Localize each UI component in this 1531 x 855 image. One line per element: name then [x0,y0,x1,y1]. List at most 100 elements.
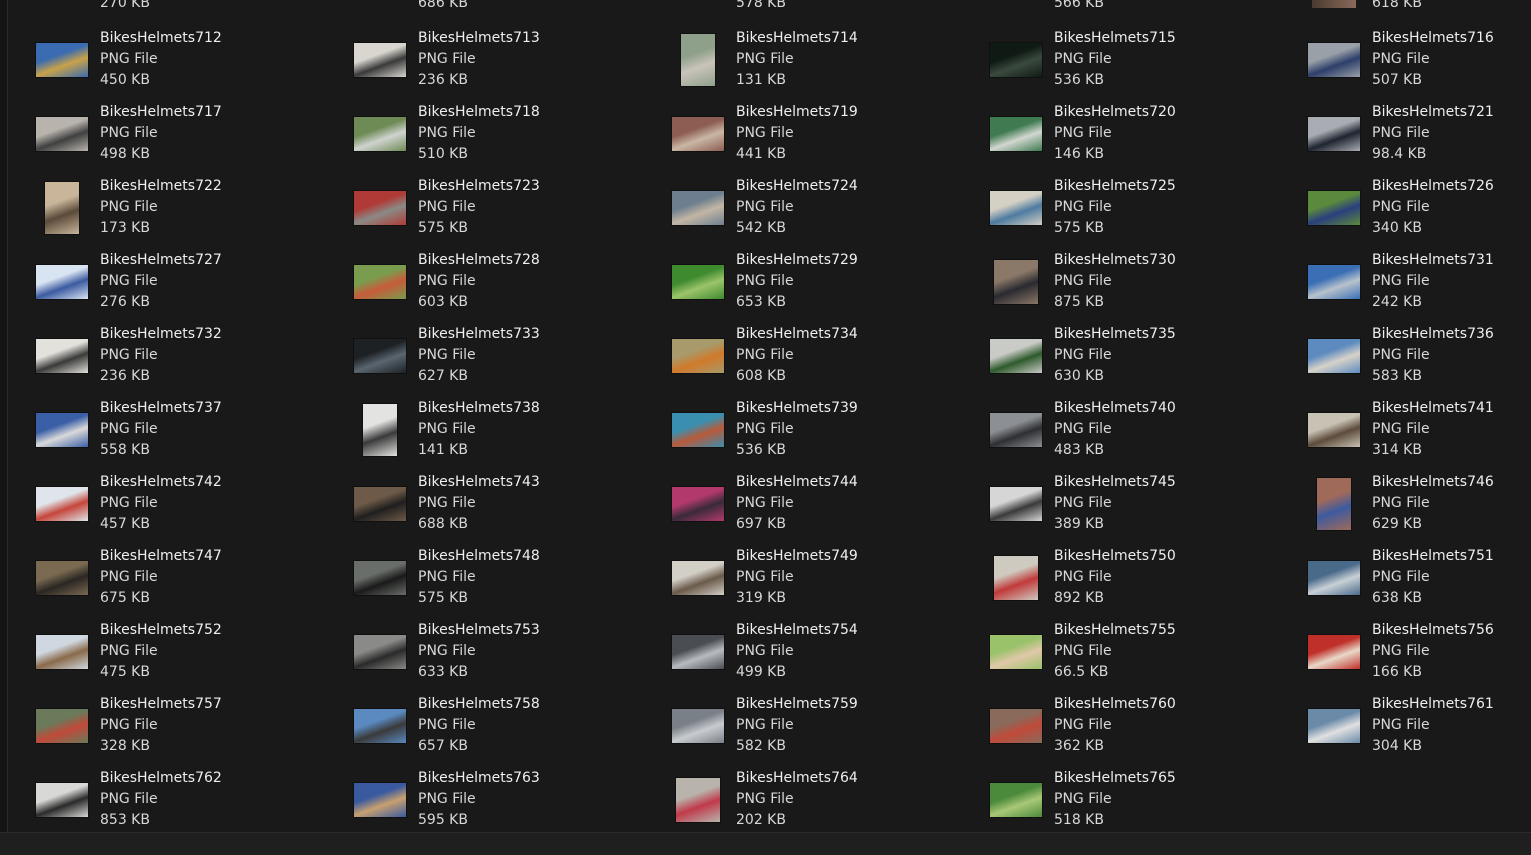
file-item[interactable]: BikesHelmets738 PNG File 141 KB [352,400,652,476]
file-thumbnail[interactable] [1306,254,1362,310]
file-thumbnail[interactable] [988,476,1044,532]
file-thumbnail[interactable] [352,624,408,680]
file-thumbnail[interactable] [1306,476,1362,532]
file-item[interactable]: BikesHelmets730 PNG File 875 KB [988,252,1288,328]
file-thumbnail[interactable] [988,772,1044,828]
file-item[interactable]: BikesHelmets744 PNG File 697 KB [670,474,970,550]
file-thumbnail[interactable] [670,180,726,236]
file-item[interactable]: BikesHelmets761 PNG File 304 KB [1306,696,1531,772]
file-thumbnail[interactable] [670,624,726,680]
file-item[interactable]: BikesHelmets724 PNG File 542 KB [670,178,970,254]
file-item[interactable]: BikesHelmets734 PNG File 608 KB [670,326,970,402]
file-thumbnail[interactable] [988,624,1044,680]
file-item[interactable]: BikesHelmets731 PNG File 242 KB [1306,252,1531,328]
file-thumbnail[interactable] [34,402,90,458]
file-item[interactable]: BikesHelmets716 PNG File 507 KB [1306,30,1531,106]
file-thumbnail[interactable] [352,180,408,236]
file-item[interactable]: BikesHelmets722 PNG File 173 KB [34,178,334,254]
file-item[interactable]: BikesHelmets749 PNG File 319 KB [670,548,970,624]
file-thumbnail[interactable] [670,254,726,310]
file-thumbnail[interactable] [352,772,408,828]
file-item[interactable]: BikesHelmets714 PNG File 131 KB [670,30,970,106]
file-thumbnail[interactable] [670,328,726,384]
file-thumbnail[interactable] [670,550,726,606]
file-item[interactable]: BikesHelmets739 PNG File 536 KB [670,400,970,476]
file-thumbnail[interactable] [988,180,1044,236]
file-item[interactable]: BikesHelmets757 PNG File 328 KB [34,696,334,772]
file-item[interactable]: BikesHelmets748 PNG File 575 KB [352,548,652,624]
file-item[interactable]: BikesHelmets712 PNG File 450 KB [34,30,334,106]
file-thumbnail[interactable] [988,328,1044,384]
file-thumbnail[interactable] [352,550,408,606]
file-item[interactable]: BikesHelmets758 PNG File 657 KB [352,696,652,772]
file-item[interactable]: BikesHelmets717 PNG File 498 KB [34,104,334,180]
file-thumbnail[interactable] [34,32,90,88]
file-item[interactable]: BikesHelmets752 PNG File 475 KB [34,622,334,698]
file-thumbnail[interactable] [1306,402,1362,458]
file-thumbnail[interactable] [1306,106,1362,162]
file-item[interactable]: BikesHelmets745 PNG File 389 KB [988,474,1288,550]
file-thumbnail[interactable] [1306,698,1362,754]
file-item[interactable]: BikesHelmets729 PNG File 653 KB [670,252,970,328]
file-thumbnail[interactable] [670,402,726,458]
file-item[interactable]: BikesHelmets755 PNG File 66.5 KB [988,622,1288,698]
file-item[interactable]: BikesHelmets727 PNG File 276 KB [34,252,334,328]
file-thumbnail[interactable] [1306,624,1362,680]
file-thumbnail[interactable] [1306,180,1362,236]
file-thumbnail[interactable] [352,254,408,310]
file-thumbnail[interactable] [670,772,726,828]
file-thumbnail[interactable] [352,476,408,532]
file-item[interactable]: BikesHelmets718 PNG File 510 KB [352,104,652,180]
file-item[interactable]: BikesHelmets715 PNG File 536 KB [988,30,1288,106]
file-item[interactable]: BikesHelmets762 PNG File 853 KB [34,770,334,832]
file-item[interactable]: BikesHelmets725 PNG File 575 KB [988,178,1288,254]
file-thumbnail[interactable] [352,32,408,88]
file-thumbnail[interactable] [34,698,90,754]
file-item[interactable]: BikesHelmets747 PNG File 675 KB [34,548,334,624]
file-item[interactable]: BikesHelmets746 PNG File 629 KB [1306,474,1531,550]
file-item[interactable]: BikesHelmets750 PNG File 892 KB [988,548,1288,624]
file-thumbnail[interactable] [988,402,1044,458]
file-thumbnail[interactable] [34,476,90,532]
file-thumbnail[interactable] [352,402,408,458]
file-item[interactable]: BikesHelmets741 PNG File 314 KB [1306,400,1531,476]
file-item[interactable]: BikesHelmets736 PNG File 583 KB [1306,326,1531,402]
file-thumbnail[interactable] [34,180,90,236]
file-thumbnail[interactable] [670,106,726,162]
file-item[interactable]: BikesHelmets721 PNG File 98.4 KB [1306,104,1531,180]
file-item[interactable]: BikesHelmets740 PNG File 483 KB [988,400,1288,476]
file-thumbnail[interactable] [988,254,1044,310]
file-thumbnail[interactable] [1306,328,1362,384]
file-thumbnail[interactable] [988,32,1044,88]
file-item[interactable]: BikesHelmets753 PNG File 633 KB [352,622,652,698]
file-item[interactable]: BikesHelmets720 PNG File 146 KB [988,104,1288,180]
file-item[interactable]: BikesHelmets719 PNG File 441 KB [670,104,970,180]
file-item[interactable]: BikesHelmets728 PNG File 603 KB [352,252,652,328]
file-thumbnail[interactable] [988,550,1044,606]
file-thumbnail[interactable] [352,698,408,754]
file-item[interactable]: BikesHelmets733 PNG File 627 KB [352,326,652,402]
file-thumbnail[interactable] [34,772,90,828]
file-item[interactable]: BikesHelmets765 PNG File 518 KB [988,770,1288,832]
file-item[interactable]: BikesHelmets756 PNG File 166 KB [1306,622,1531,698]
file-thumbnail[interactable] [1306,550,1362,606]
file-item[interactable]: BikesHelmets726 PNG File 340 KB [1306,178,1531,254]
file-item[interactable]: BikesHelmets735 PNG File 630 KB [988,326,1288,402]
file-item[interactable]: BikesHelmets751 PNG File 638 KB [1306,548,1531,624]
file-thumbnail[interactable] [1306,32,1362,88]
file-item[interactable]: BikesHelmets723 PNG File 575 KB [352,178,652,254]
file-thumbnail[interactable] [34,550,90,606]
file-thumbnail[interactable] [988,106,1044,162]
file-thumbnail[interactable] [34,254,90,310]
file-thumbnail[interactable] [34,328,90,384]
file-item[interactable]: BikesHelmets754 PNG File 499 KB [670,622,970,698]
file-thumbnail[interactable] [34,106,90,162]
file-item[interactable]: BikesHelmets742 PNG File 457 KB [34,474,334,550]
partial-thumbnail[interactable] [1312,0,1356,8]
file-thumbnail[interactable] [988,698,1044,754]
file-item[interactable]: BikesHelmets732 PNG File 236 KB [34,326,334,402]
file-thumbnail[interactable] [670,476,726,532]
file-thumbnail[interactable] [352,106,408,162]
file-thumbnail[interactable] [34,624,90,680]
file-item[interactable]: BikesHelmets760 PNG File 362 KB [988,696,1288,772]
